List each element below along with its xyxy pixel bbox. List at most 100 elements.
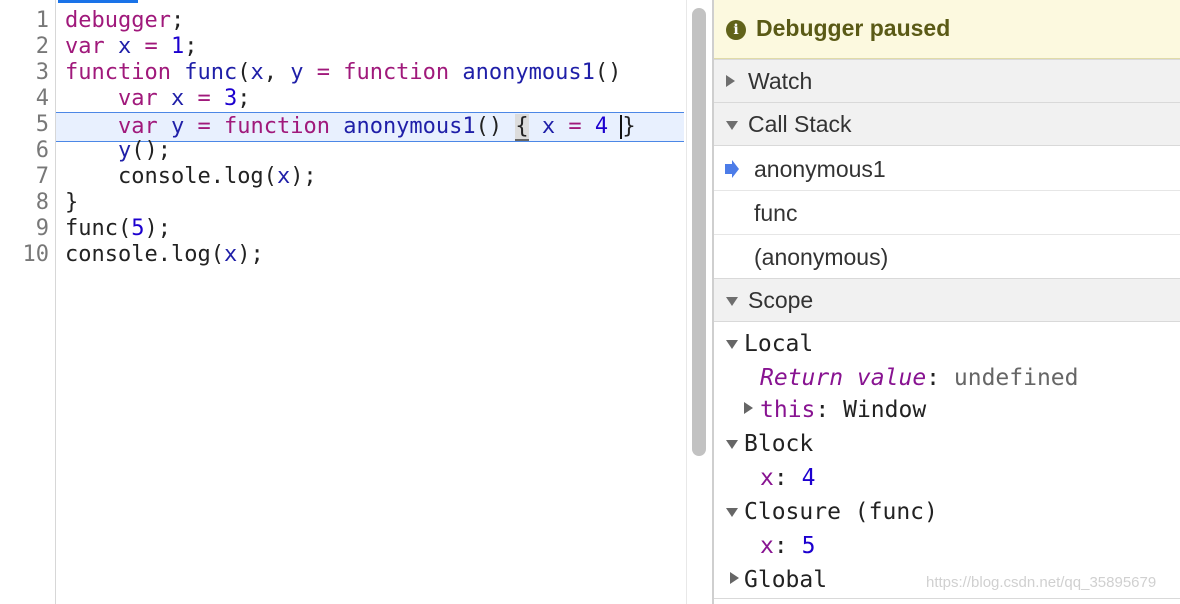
code-line-5[interactable]: var y = function anonymous1() { x = 4 }	[65, 114, 636, 141]
call-frame-active[interactable]: anonymous1	[714, 147, 1180, 191]
code-line-1[interactable]: debugger;	[65, 8, 184, 34]
code-token: x	[223, 242, 238, 267]
code-token: var	[65, 34, 105, 59]
code-token: console.log(	[65, 242, 224, 267]
property-name: this	[760, 397, 816, 423]
property-name: x	[760, 465, 774, 491]
property-colon: :	[815, 397, 844, 423]
debugger-sidebar: i Debugger paused Watch Call Stack anony…	[714, 0, 1180, 604]
code-token: var	[117, 86, 158, 111]
scope-return-value-row[interactable]: Return value: undefined	[760, 362, 1079, 394]
line-number[interactable]: 5	[0, 112, 49, 138]
line-number[interactable]: 4	[0, 86, 49, 112]
collapse-triangle-icon	[726, 297, 738, 306]
collapse-triangle-icon[interactable]	[726, 508, 738, 517]
property-name: Return value	[760, 365, 927, 391]
code-token: x	[250, 60, 264, 85]
paused-status-text: Debugger paused	[756, 15, 951, 41]
scope-closure-header[interactable]: Closure (func)	[744, 496, 938, 528]
code-token: function	[223, 114, 330, 139]
code-line-8[interactable]: }	[65, 190, 78, 216]
code-token: ,	[263, 60, 291, 85]
line-number[interactable]: 2	[0, 34, 49, 60]
call-frame-label: anonymous1	[754, 156, 886, 182]
property-value: 5	[801, 533, 816, 559]
code-token: func	[184, 60, 238, 85]
code-token: y	[117, 138, 132, 163]
scope-label: Scope	[748, 287, 814, 313]
call-frame-label: (anonymous)	[754, 244, 889, 270]
watch-label: Watch	[748, 68, 813, 94]
call-stack-label: Call Stack	[748, 111, 852, 137]
code-token: =	[184, 114, 224, 139]
code-line-3[interactable]: function func(x, y = function anonymous1…	[65, 60, 621, 86]
call-frame[interactable]: (anonymous)	[714, 235, 1180, 279]
code-token: x	[541, 114, 556, 139]
code-line-2[interactable]: var x = 1;	[65, 34, 198, 60]
code-token: anonymous1	[343, 114, 476, 139]
code-token: );	[237, 242, 264, 267]
code-line-7[interactable]: console.log(x);	[65, 164, 317, 190]
scope-this-row[interactable]: this: Window	[760, 394, 926, 426]
collapse-triangle-icon[interactable]	[726, 440, 738, 449]
collapse-triangle-icon[interactable]	[726, 340, 738, 349]
code-token: 5	[131, 216, 145, 241]
scope-block-header[interactable]: Block	[744, 428, 813, 460]
scope-local-header[interactable]: Local	[744, 328, 813, 360]
code-token: x	[276, 164, 291, 189]
line-number[interactable]: 3	[0, 60, 49, 86]
info-icon: i	[726, 20, 746, 40]
code-token: );	[144, 216, 171, 241]
code-line-6[interactable]: y();	[65, 138, 171, 164]
code-editor[interactable]: 1 2 3 4 5 6 7 8 9 10 debugger; var x = 1…	[0, 0, 686, 604]
code-token: 4	[594, 114, 609, 139]
matching-brace-highlight: {	[515, 114, 529, 141]
code-token: (	[237, 60, 251, 85]
watch-section-header[interactable]: Watch	[714, 59, 1180, 103]
line-number-gutter[interactable]: 1 2 3 4 5 6 7 8 9 10	[0, 0, 56, 604]
code-token: var	[117, 114, 158, 139]
line-number[interactable]: 9	[0, 216, 49, 242]
editor-scrollbar[interactable]	[686, 0, 712, 604]
call-stack-section-header[interactable]: Call Stack	[714, 102, 1180, 146]
expand-triangle-icon[interactable]	[730, 572, 739, 584]
scope-block-x-row[interactable]: x: 4	[760, 462, 815, 494]
call-frame[interactable]: func	[714, 191, 1180, 235]
code-token: y	[170, 114, 185, 139]
call-frame-label: func	[754, 200, 798, 226]
expand-triangle-icon	[726, 75, 735, 87]
line-number[interactable]: 7	[0, 164, 49, 190]
code-token: x	[118, 34, 132, 59]
code-token: =	[303, 60, 344, 85]
property-value: Window	[843, 397, 927, 423]
code-line-10[interactable]: console.log(x);	[65, 242, 264, 268]
scope-closure-x-row[interactable]: x: 5	[760, 530, 815, 562]
code-token: 3	[223, 86, 238, 111]
code-token: func(	[65, 216, 132, 241]
expand-triangle-icon[interactable]	[744, 402, 753, 414]
scrollbar-thumb[interactable]	[692, 8, 706, 456]
code-line-9[interactable]: func(5);	[65, 216, 171, 242]
scope-section-header[interactable]: Scope	[714, 278, 1180, 322]
scope-global-header[interactable]: Global	[744, 564, 827, 596]
code-token: =	[131, 34, 171, 59]
line-number[interactable]: 8	[0, 190, 49, 216]
line-number[interactable]: 6	[0, 138, 49, 164]
line-number[interactable]: 10	[0, 242, 50, 268]
code-line-4[interactable]: var x = 3;	[65, 86, 251, 112]
code-token: ;	[237, 86, 251, 111]
line-number[interactable]: 1	[0, 8, 49, 34]
code-token: ;	[184, 34, 198, 59]
property-value: undefined	[953, 365, 1079, 391]
code-token: function	[343, 60, 450, 85]
